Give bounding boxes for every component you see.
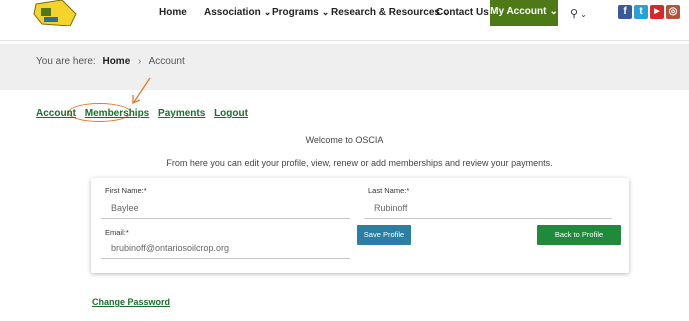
nav-home[interactable]: Home bbox=[159, 7, 187, 18]
annotation-arrow bbox=[132, 77, 151, 104]
nav-research[interactable]: Research & Resources ⌄ bbox=[331, 7, 451, 18]
facebook-icon[interactable]: f bbox=[618, 5, 632, 19]
change-password-link[interactable]: Change Password bbox=[92, 297, 170, 307]
account-tabs: Account Memberships Payments Logout bbox=[36, 108, 254, 119]
chevron-down-icon: ⌄ bbox=[549, 6, 558, 17]
first-name-field[interactable]: Baylee bbox=[101, 199, 350, 219]
nav-programs[interactable]: Programs ⌄ bbox=[272, 7, 329, 18]
site-header: Home Association ⌄ Programs ⌄ Research & R… bbox=[0, 0, 689, 40]
last-name-label: Last Name:* bbox=[368, 186, 410, 195]
nav-home-label: Home bbox=[159, 7, 187, 18]
chevron-down-icon: ⌄ bbox=[321, 7, 330, 17]
email-field[interactable]: brubinoff@ontariosoilcrop.org bbox=[101, 239, 350, 259]
chevron-down-icon: ⌄ bbox=[263, 7, 272, 17]
tab-logout[interactable]: Logout bbox=[214, 108, 248, 119]
breadcrumb-current: Account bbox=[148, 56, 185, 67]
breadcrumb: You are here: Home › Account bbox=[36, 56, 185, 67]
header-divider bbox=[0, 40, 689, 41]
tab-memberships[interactable]: Memberships bbox=[85, 108, 149, 119]
twitter-icon[interactable]: t bbox=[634, 5, 648, 19]
breadcrumb-bar: You are here: Home › Account bbox=[0, 44, 689, 90]
nav-research-label: Research & Resources bbox=[331, 7, 440, 18]
profile-form: First Name:* Baylee Last Name:* Rubinoff… bbox=[91, 178, 629, 273]
back-to-profile-button[interactable]: Back to Profile bbox=[537, 225, 621, 245]
intro-text: From here you can edit your profile, vie… bbox=[166, 158, 553, 168]
email-label: Email:* bbox=[105, 228, 129, 237]
tab-account[interactable]: Account bbox=[36, 108, 76, 119]
nav-contact-label: Contact Us bbox=[436, 7, 489, 18]
nav-my-account[interactable]: My Account ⌄ bbox=[490, 0, 558, 26]
youtube-icon[interactable]: ▶ bbox=[650, 5, 664, 19]
welcome-heading: Welcome to OSCIA bbox=[305, 135, 384, 145]
chevron-down-icon: ⌄ bbox=[580, 10, 587, 19]
oscia-logo[interactable] bbox=[32, 0, 78, 26]
nav-association-label: Association bbox=[204, 7, 261, 18]
save-profile-button[interactable]: Save Profile bbox=[357, 225, 411, 245]
first-name-label: First Name:* bbox=[105, 186, 147, 195]
breadcrumb-prefix: You are here: bbox=[36, 56, 96, 67]
search-toggle[interactable]: ⚲ ⌄ bbox=[570, 7, 587, 20]
breadcrumb-separator: › bbox=[138, 56, 142, 67]
instagram-icon[interactable]: ◎ bbox=[666, 5, 680, 19]
nav-association[interactable]: Association ⌄ bbox=[204, 7, 271, 18]
tab-payments[interactable]: Payments bbox=[158, 108, 205, 119]
nav-my-account-label: My Account bbox=[490, 6, 547, 17]
breadcrumb-home-link[interactable]: Home bbox=[102, 56, 130, 67]
page: Home Association ⌄ Programs ⌄ Research & R… bbox=[0, 0, 689, 321]
last-name-field[interactable]: Rubinoff bbox=[364, 199, 612, 219]
nav-programs-label: Programs bbox=[272, 7, 319, 18]
search-icon: ⚲ bbox=[570, 8, 579, 20]
